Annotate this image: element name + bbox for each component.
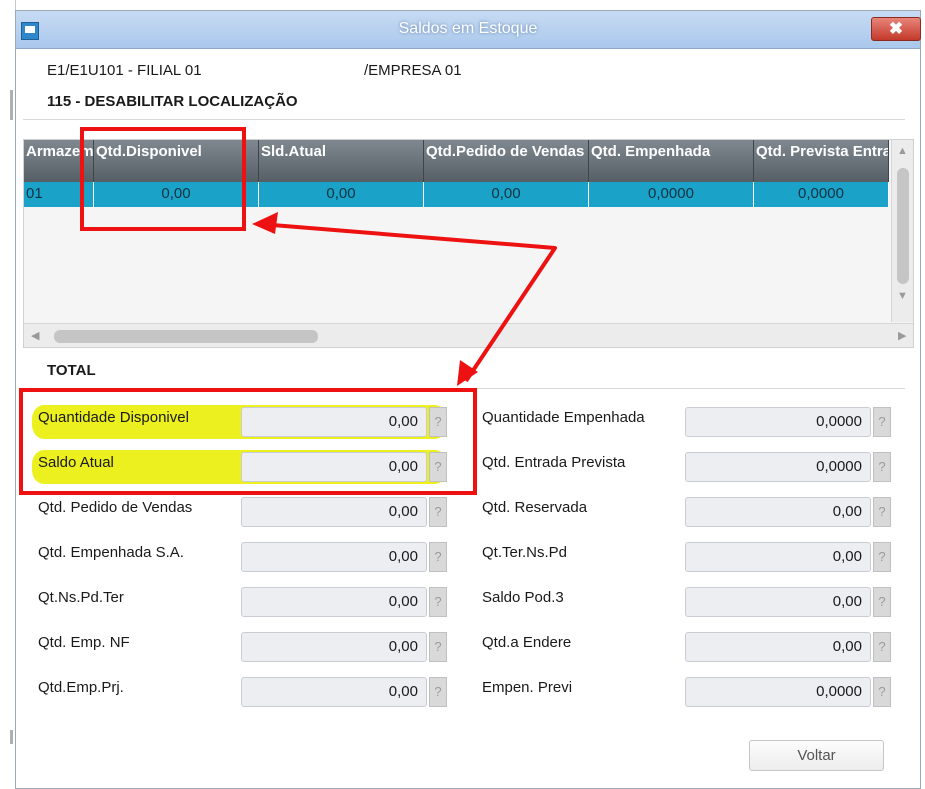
title-bar[interactable]: Saldos em Estoque ✖ xyxy=(16,11,921,49)
help-question-icon[interactable]: ? xyxy=(873,587,891,617)
field-qt-ter-ns-pd[interactable]: 0,00 xyxy=(685,542,871,572)
back-button[interactable]: Voltar xyxy=(749,740,884,771)
field-qtd-pedido-vendas[interactable]: 0,00 xyxy=(241,497,427,527)
label-qtd-empenhada-sa: Qtd. Empenhada S.A. xyxy=(38,544,184,561)
background-app-edge xyxy=(0,0,16,789)
field-quantidade-empenhada[interactable]: 0,0000 xyxy=(685,407,871,437)
scroll-down-icon[interactable]: ▼ xyxy=(897,290,908,302)
vertical-scrollbar[interactable]: ▲ ▼ xyxy=(891,140,913,322)
help-question-icon[interactable]: ? xyxy=(873,407,891,437)
label-qtd-a-endere: Qtd.a Endere xyxy=(482,634,572,651)
field-qtd-a-endere[interactable]: 0,00 xyxy=(685,632,871,662)
help-question-icon[interactable]: ? xyxy=(873,677,891,707)
label-qtd-emp-nf: Qtd. Emp. NF xyxy=(38,634,130,651)
background-mark xyxy=(10,90,13,120)
field-empen-previ[interactable]: 0,0000 xyxy=(685,677,871,707)
help-question-icon[interactable]: ? xyxy=(429,587,447,617)
help-question-icon[interactable]: ? xyxy=(873,497,891,527)
field-saldo-pod3[interactable]: 0,00 xyxy=(685,587,871,617)
field-qtd-emp-nf[interactable]: 0,00 xyxy=(241,632,427,662)
cell-qtd-pedido-vendas: 0,00 xyxy=(424,182,589,207)
screen: Saldos em Estoque ✖ E1/E1U101 - FILIAL 0… xyxy=(0,0,925,789)
help-question-icon[interactable]: ? xyxy=(429,677,447,707)
annotation-box-fields xyxy=(19,388,477,495)
label-empen-previ: Empen. Previ xyxy=(482,679,573,696)
label-quantidade-empenhada: Quantidade Empenhada xyxy=(482,409,645,426)
label-qtd-pedido-vendas: Qtd. Pedido de Vendas xyxy=(38,499,193,516)
column-header-qtd-prevista-entrada[interactable]: Qtd. Prevista Entrada xyxy=(754,140,889,182)
horizontal-scroll-thumb[interactable] xyxy=(54,330,318,343)
annotation-box-grid xyxy=(80,127,246,231)
field-qt-ns-pd-ter[interactable]: 0,00 xyxy=(241,587,427,617)
help-question-icon[interactable]: ? xyxy=(429,542,447,572)
column-header-qtd-pedido-vendas[interactable]: Qtd.Pedido de Vendas xyxy=(424,140,589,182)
label-saldo-pod3: Saldo Pod.3 xyxy=(482,589,564,606)
column-header-sld-atual[interactable]: Sld.Atual xyxy=(259,140,424,182)
scroll-right-icon[interactable]: ▶ xyxy=(898,329,906,342)
horizontal-scrollbar[interactable]: ◀ ▶ xyxy=(24,323,913,347)
field-qtd-reservada[interactable]: 0,00 xyxy=(685,497,871,527)
background-mark xyxy=(10,730,13,744)
cell-qtd-empenhada: 0,0000 xyxy=(589,182,754,207)
help-question-icon[interactable]: ? xyxy=(873,452,891,482)
cell-qtd-prevista-entrada: 0,0000 xyxy=(754,182,889,207)
label-qtd-reservada: Qtd. Reservada xyxy=(482,499,588,516)
label-qtd-entrada-prevista: Qtd. Entrada Prevista xyxy=(482,454,626,471)
branch-label: E1/E1U101 - FILIAL 01 xyxy=(47,62,202,79)
help-question-icon[interactable]: ? xyxy=(429,497,447,527)
close-button[interactable]: ✖ xyxy=(871,17,921,41)
help-question-icon[interactable]: ? xyxy=(873,632,891,662)
column-header-qtd-empenhada[interactable]: Qtd. Empenhada xyxy=(589,140,754,182)
scroll-left-icon[interactable]: ◀ xyxy=(31,329,39,342)
cell-sld-atual: 0,00 xyxy=(259,182,424,207)
window-title: Saldos em Estoque xyxy=(398,20,538,37)
label-qtd-emp-prj: Qtd.Emp.Prj. xyxy=(38,679,124,696)
field-qtd-entrada-prevista[interactable]: 0,0000 xyxy=(685,452,871,482)
vertical-scroll-thumb[interactable] xyxy=(897,168,909,284)
help-question-icon[interactable]: ? xyxy=(873,542,891,572)
label-qt-ns-pd-ter: Qt.Ns.Pd.Ter xyxy=(38,589,124,606)
help-question-icon[interactable]: ? xyxy=(429,632,447,662)
scroll-up-icon[interactable]: ▲ xyxy=(897,145,908,157)
company-label: /EMPRESA 01 xyxy=(364,62,462,79)
field-qtd-emp-prj[interactable]: 0,00 xyxy=(241,677,427,707)
field-qtd-empenhada-sa[interactable]: 0,00 xyxy=(241,542,427,572)
label-qt-ter-ns-pd: Qt.Ter.Ns.Pd xyxy=(482,544,568,561)
total-title: TOTAL xyxy=(47,362,96,379)
product-title: 115 - DESABILITAR LOCALIZAÇÃO xyxy=(47,93,298,110)
divider xyxy=(23,119,905,120)
